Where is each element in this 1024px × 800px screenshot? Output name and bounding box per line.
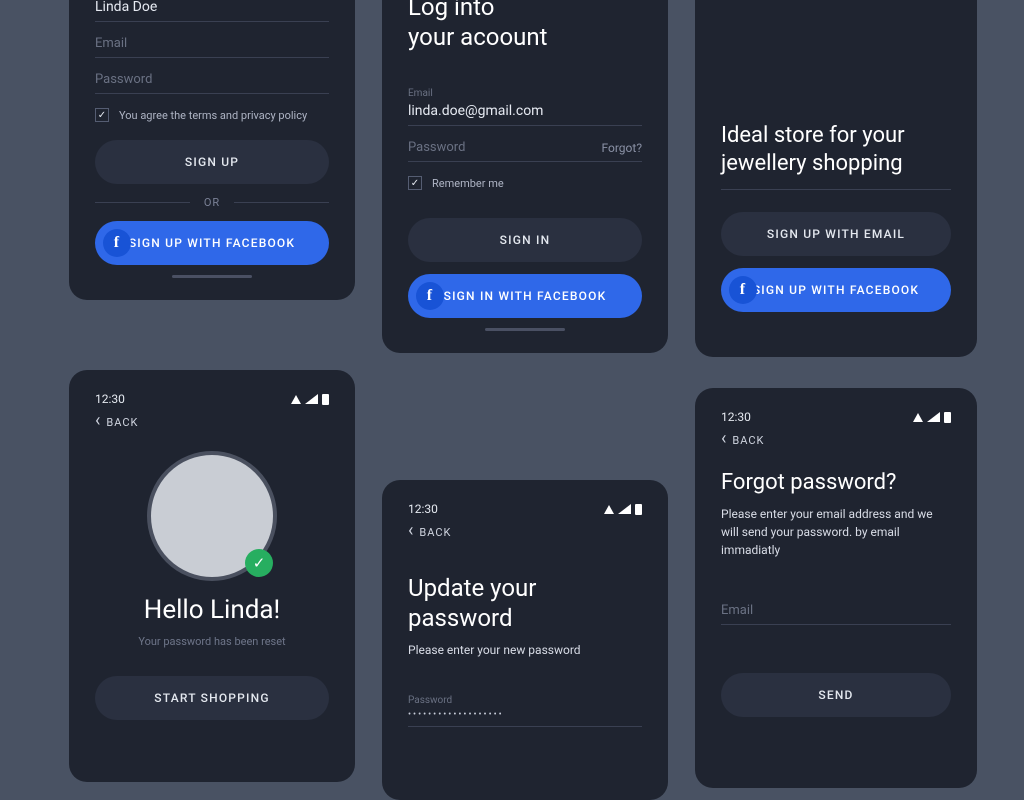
remember-row[interactable]: ✓ Remember me (408, 176, 642, 190)
remember-checkbox[interactable]: ✓ (408, 176, 422, 190)
status-time: 12:30 (95, 392, 125, 406)
signin-facebook-button[interactable]: f SIGN IN WITH FACEBOOK (408, 274, 642, 318)
signal-icon (927, 412, 940, 422)
facebook-icon: f (416, 282, 444, 310)
greeting-sub: Your password has been reset (95, 635, 329, 648)
signin-button[interactable]: SIGN IN (408, 218, 642, 262)
update-title: Update your password (408, 573, 642, 633)
splash-facebook-button[interactable]: f SIGN UP WITH FACEBOOK (721, 268, 951, 312)
name-value: Linda Doe (95, 0, 329, 22)
new-password-field[interactable]: Password ••••••••••••••••••• (408, 695, 642, 727)
terms-text: You agree the terms and privacy policy (119, 109, 307, 122)
email-placeholder: Email (95, 36, 329, 58)
avatar: ✓ (147, 451, 277, 581)
battery-icon (944, 412, 951, 423)
login-title: Log into your acoount (408, 0, 642, 52)
back-button[interactable]: BACK (721, 434, 951, 447)
hello-card: 12:30 BACK ✓ Hello Linda! Your password … (69, 370, 355, 782)
login-password-placeholder: Password (408, 140, 465, 155)
status-bar: 12:30 (408, 502, 642, 516)
name-field[interactable]: Name Linda Doe (95, 0, 329, 22)
forgot-body: Please enter your email address and we w… (721, 505, 951, 559)
send-button[interactable]: SEND (721, 673, 951, 717)
home-indicator (485, 328, 565, 331)
wifi-icon (291, 395, 301, 404)
password-placeholder: Password (95, 72, 329, 94)
forgot-card: 12:30 BACK Forgot password? Please enter… (695, 388, 977, 788)
wifi-icon (913, 413, 923, 422)
signup-email-button[interactable]: SIGN UP WITH EMAIL (721, 212, 951, 256)
update-password-card: 12:30 BACK Update your password Please e… (382, 480, 668, 800)
forgot-email-placeholder: Email (721, 603, 951, 625)
login-email-value: linda.doe@gmail.com (408, 103, 642, 126)
chevron-left-icon (408, 526, 414, 539)
remember-text: Remember me (432, 177, 504, 190)
signup-card: Name Linda Doe Email Password ✓ You agre… (69, 0, 355, 300)
signup-facebook-button[interactable]: f SIGN UP WITH FACEBOOK (95, 221, 329, 265)
splash-title: Ideal store for your jewellery shopping (721, 122, 951, 177)
forgot-link[interactable]: Forgot? (602, 141, 643, 155)
login-password-field[interactable]: Password Forgot? (408, 140, 642, 162)
signal-icon (305, 394, 318, 404)
login-email-field[interactable]: Email linda.doe@gmail.com (408, 88, 642, 126)
chevron-left-icon (95, 416, 101, 429)
splash-card: Ideal store for your jewellery shopping … (695, 0, 977, 357)
home-indicator (172, 275, 252, 278)
facebook-icon: f (103, 229, 131, 257)
update-instruction: Please enter your new password (408, 641, 642, 659)
status-time: 12:30 (721, 410, 751, 424)
start-shopping-button[interactable]: START SHOPPING (95, 676, 329, 720)
status-bar: 12:30 (95, 392, 329, 406)
signal-icon (618, 504, 631, 514)
password-mask: ••••••••••••••••••• (408, 710, 642, 727)
facebook-icon: f (729, 276, 757, 304)
or-divider: OR (95, 196, 329, 209)
back-button[interactable]: BACK (408, 526, 642, 539)
email-field[interactable]: Email (95, 36, 329, 58)
signup-button[interactable]: SIGN UP (95, 140, 329, 184)
greeting-text: Hello Linda! (95, 595, 329, 625)
login-card: Log into your acoount Email linda.doe@gm… (382, 0, 668, 353)
forgot-title: Forgot password? (721, 469, 951, 497)
status-time: 12:30 (408, 502, 438, 516)
status-bar: 12:30 (721, 410, 951, 424)
password-label: Password (408, 695, 642, 706)
battery-icon (635, 504, 642, 515)
divider-line (721, 189, 951, 190)
password-field[interactable]: Password (95, 72, 329, 94)
login-email-label: Email (408, 88, 642, 99)
battery-icon (322, 394, 329, 405)
back-button[interactable]: BACK (95, 416, 329, 429)
forgot-email-field[interactable]: Email (721, 603, 951, 625)
terms-row[interactable]: ✓ You agree the terms and privacy policy (95, 108, 329, 122)
check-icon: ✓ (245, 549, 273, 577)
terms-checkbox[interactable]: ✓ (95, 108, 109, 122)
wifi-icon (604, 505, 614, 514)
chevron-left-icon (721, 434, 727, 447)
